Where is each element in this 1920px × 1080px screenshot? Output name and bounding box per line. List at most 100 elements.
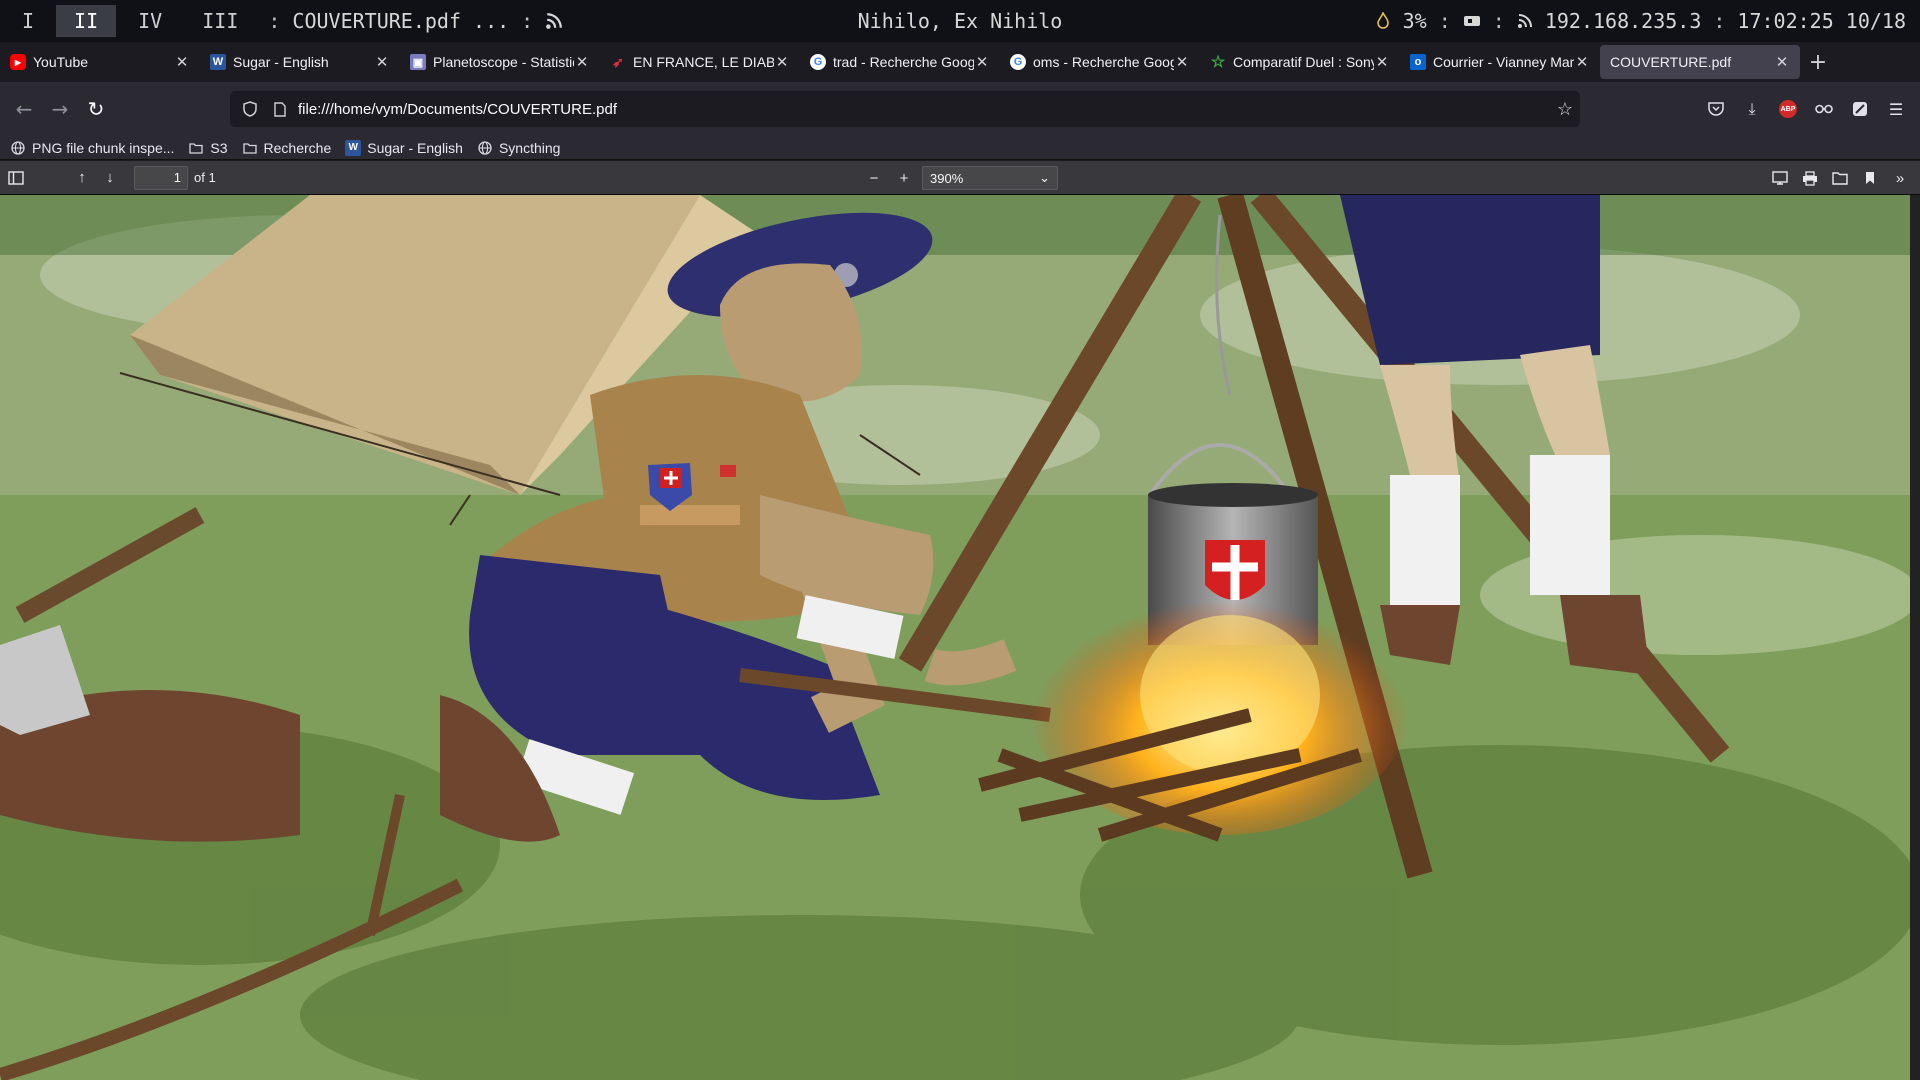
next-page-icon[interactable]: ↓	[96, 164, 124, 192]
bookmark-png-inspector[interactable]: PNG file chunk inspe...	[10, 140, 174, 156]
close-icon[interactable]: ✕	[374, 53, 390, 71]
cpu-flame-icon	[1376, 12, 1389, 29]
google-icon: G	[810, 54, 826, 70]
bookmark-syncthing[interactable]: Syncthing	[477, 140, 560, 156]
tab-title: Comparatif Duel : Sony	[1233, 54, 1374, 70]
tab-title: oms - Recherche Google	[1033, 54, 1174, 70]
tab-oms-google[interactable]: G oms - Recherche Google ✕	[1000, 45, 1200, 79]
new-tab-button[interactable]: +	[1800, 50, 1836, 75]
cpu-usage: 3%	[1402, 9, 1427, 33]
bookmarks-bar: PNG file chunk inspe... S3 Recherche W S…	[0, 136, 1920, 160]
workspace-2[interactable]: II	[56, 5, 117, 37]
tab-title: COUVERTURE.pdf	[1610, 54, 1732, 70]
workspace-1[interactable]: I	[4, 5, 52, 37]
tab-title: trad - Recherche Google	[833, 54, 974, 70]
close-icon[interactable]: ✕	[1774, 53, 1790, 71]
separator: :	[521, 9, 534, 33]
close-icon[interactable]: ✕	[1374, 53, 1390, 71]
tab-title: Planetoscope - Statistiqu	[433, 54, 574, 70]
glasses-icon[interactable]	[1808, 93, 1840, 125]
bookmark-sugar-english[interactable]: W Sugar - English	[345, 139, 463, 156]
chevron-down-icon: ⌄	[1039, 170, 1050, 185]
word-icon: W	[210, 54, 226, 70]
bookmark-label: Sugar - English	[367, 139, 463, 156]
pdf-page-illustration	[0, 195, 1910, 1080]
close-icon[interactable]: ✕	[1174, 53, 1190, 71]
word-icon: W	[345, 139, 362, 156]
tab-comparatif[interactable]: ☆ Comparatif Duel : Sony ✕	[1200, 45, 1400, 79]
globe-icon	[477, 140, 493, 156]
tab-courrier[interactable]: o Courrier - Vianney Marti ✕	[1400, 45, 1600, 79]
ip-address: 192.168.235.3	[1544, 9, 1702, 33]
close-icon[interactable]: ✕	[974, 53, 990, 71]
bookmark-label: S3	[210, 139, 228, 156]
bird-icon: ➶	[612, 53, 624, 70]
close-icon[interactable]: ✕	[774, 53, 790, 71]
back-button[interactable]: ←	[6, 91, 42, 127]
separator: :	[1713, 9, 1726, 33]
menu-icon[interactable]: ☰	[1880, 93, 1912, 125]
outlook-icon: o	[1410, 54, 1426, 70]
pdf-viewer[interactable]	[0, 195, 1920, 1080]
page-count: of 1	[194, 170, 216, 185]
close-icon[interactable]: ✕	[574, 53, 590, 71]
extension-icon[interactable]	[1844, 93, 1876, 125]
presentation-mode-icon[interactable]	[1766, 164, 1794, 192]
tab-youtube[interactable]: ▶ YouTube ✕	[0, 45, 200, 79]
zoom-out-icon[interactable]: −	[860, 164, 888, 192]
rss-icon	[546, 13, 563, 29]
bookmark-label: PNG file chunk inspe...	[32, 139, 175, 156]
memory-icon	[1463, 16, 1480, 26]
bookmark-icon[interactable]	[1856, 164, 1884, 192]
bookmark-folder-s3[interactable]: S3	[188, 139, 228, 156]
page-number-input[interactable]	[134, 165, 188, 190]
shield-icon[interactable]	[240, 99, 260, 119]
tab-diabete[interactable]: ➶ EN FRANCE, LE DIABETE ✕	[600, 45, 800, 79]
navigation-bar: ← → ↻ file:///home/vym/Documents/COUVERT…	[0, 82, 1920, 136]
zoom-select[interactable]: 390% ⌄	[922, 166, 1058, 190]
tab-title: EN FRANCE, LE DIABETE	[633, 54, 774, 70]
workspace-4[interactable]: IV	[120, 5, 180, 37]
sidebar-toggle-icon[interactable]	[2, 164, 30, 192]
folder-icon	[242, 140, 258, 156]
adblock-icon[interactable]: ABP	[1772, 93, 1804, 125]
workspace-3[interactable]: III	[184, 5, 256, 37]
tools-menu-icon[interactable]: »	[1886, 164, 1914, 192]
close-icon[interactable]: ✕	[1574, 53, 1590, 71]
tab-title: Courrier - Vianney Marti	[1433, 54, 1574, 70]
url-text[interactable]: file:///home/vym/Documents/COUVERTURE.pd…	[298, 101, 1550, 118]
google-icon: G	[1010, 54, 1026, 70]
tab-title: Sugar - English	[233, 54, 329, 70]
globe-icon	[10, 140, 26, 156]
page-icon	[270, 99, 290, 119]
vertical-scrollbar[interactable]	[1910, 195, 1920, 1080]
url-bar[interactable]: file:///home/vym/Documents/COUVERTURE.pd…	[230, 91, 1580, 127]
bookmark-label: Syncthing	[498, 139, 561, 156]
tab-title: YouTube	[33, 54, 89, 70]
tab-strip: ▶ YouTube ✕ W Sugar - English ✕ ▣ Planet…	[0, 42, 1920, 82]
tab-sugar-english[interactable]: W Sugar - English ✕	[200, 45, 400, 79]
open-file-icon[interactable]	[1826, 164, 1854, 192]
network-icon	[1517, 14, 1532, 28]
folder-icon	[188, 140, 204, 156]
close-icon[interactable]: ✕	[174, 53, 190, 71]
pdf-toolbar: ↑ ↓ of 1 − + 390% ⌄ »	[0, 161, 1920, 195]
reload-button[interactable]: ↻	[78, 91, 114, 127]
pocket-icon[interactable]	[1700, 93, 1732, 125]
separator: :	[268, 9, 281, 33]
system-bar: I II IV III : COUVERTURE.pdf ... : Nihil…	[0, 0, 1920, 42]
clock: 17:02:25 10/18	[1737, 9, 1906, 33]
separator: :	[1492, 9, 1505, 33]
previous-page-icon[interactable]: ↑	[68, 164, 96, 192]
zoom-in-icon[interactable]: +	[890, 164, 918, 192]
bookmark-folder-recherche[interactable]: Recherche	[242, 139, 332, 156]
window-title: COUVERTURE.pdf ...	[292, 9, 510, 33]
bookmark-star-icon[interactable]: ☆	[1550, 99, 1580, 120]
forward-button[interactable]: →	[42, 91, 78, 127]
bookmark-label: Recherche	[263, 139, 332, 156]
tab-planetoscope[interactable]: ▣ Planetoscope - Statistiqu ✕	[400, 45, 600, 79]
tab-couverture-pdf[interactable]: COUVERTURE.pdf ✕	[1600, 45, 1800, 79]
download-icon[interactable]: ⤓	[1736, 93, 1768, 125]
tab-trad-google[interactable]: G trad - Recherche Google ✕	[800, 45, 1000, 79]
print-icon[interactable]	[1796, 164, 1824, 192]
